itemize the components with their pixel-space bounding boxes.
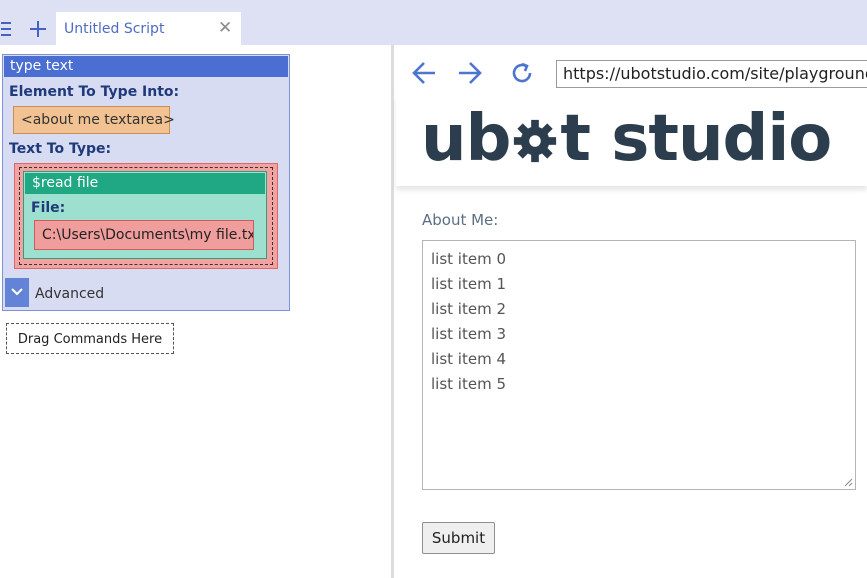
back-button[interactable] (411, 60, 437, 86)
textarea-line: list item 4 (431, 350, 506, 368)
reload-button[interactable] (509, 60, 535, 86)
type-text-command-block[interactable]: type text Element To Type Into: <about m… (2, 54, 290, 311)
element-parameter-chip[interactable]: <about me textarea> (13, 106, 175, 134)
arrow-right-icon (459, 62, 482, 84)
read-file-function-block[interactable]: $read file File: C:\Users\Documents\my f… (23, 171, 267, 259)
panel-splitter[interactable] (391, 45, 394, 578)
reload-icon (512, 62, 532, 83)
url-input[interactable]: https://ubotstudio.com/site/playground (556, 60, 867, 88)
advanced-toggle-button[interactable] (5, 278, 29, 307)
logo-text-right: t studio (560, 102, 832, 176)
ubot-studio-logo: ub t studio (421, 102, 832, 176)
plus-icon[interactable] (29, 19, 47, 39)
arrow-left-icon (412, 62, 435, 84)
gear-icon (514, 119, 557, 163)
tab-title: Untitled Script (64, 21, 165, 37)
command-title[interactable]: type text (4, 56, 288, 77)
logo-text-left: ub (421, 102, 511, 176)
close-icon[interactable]: ✕ (218, 18, 232, 38)
about-me-label: About Me: (422, 211, 499, 229)
element-to-type-into-label: Element To Type Into: (9, 84, 180, 100)
selection-outline: $read file File: C:\Users\Documents\my f… (19, 167, 273, 265)
submit-button[interactable]: Submit (422, 522, 495, 554)
resize-grip-icon[interactable] (843, 477, 853, 487)
function-title[interactable]: $read file (25, 173, 265, 194)
tab-untitled-script[interactable]: Untitled Script ✕ (56, 12, 241, 45)
advanced-label[interactable]: Advanced (35, 286, 104, 302)
textarea-line: list item 3 (431, 325, 506, 343)
drag-commands-drop-zone[interactable]: Drag Commands Here (6, 323, 174, 354)
file-label: File: (31, 200, 66, 216)
textarea-line: list item 5 (431, 375, 506, 393)
site-header: ub t studio (396, 96, 867, 186)
hamburger-menu-icon[interactable] (1, 20, 13, 38)
file-path-chip[interactable]: C:\Users\Documents\my file.txt (34, 220, 254, 250)
text-to-type-label: Text To Type: (9, 141, 112, 157)
tab-bar: Untitled Script ✕ (0, 0, 867, 45)
textarea-line: list item 1 (431, 275, 506, 293)
text-to-type-slot[interactable]: $read file File: C:\Users\Documents\my f… (14, 163, 278, 269)
textarea-line: list item 2 (431, 300, 506, 318)
textarea-line: list item 0 (431, 250, 506, 268)
forward-button[interactable] (457, 60, 483, 86)
about-me-textarea[interactable]: list item 0 list item 1 list item 2 list… (422, 240, 856, 490)
chevron-down-icon (11, 288, 23, 296)
